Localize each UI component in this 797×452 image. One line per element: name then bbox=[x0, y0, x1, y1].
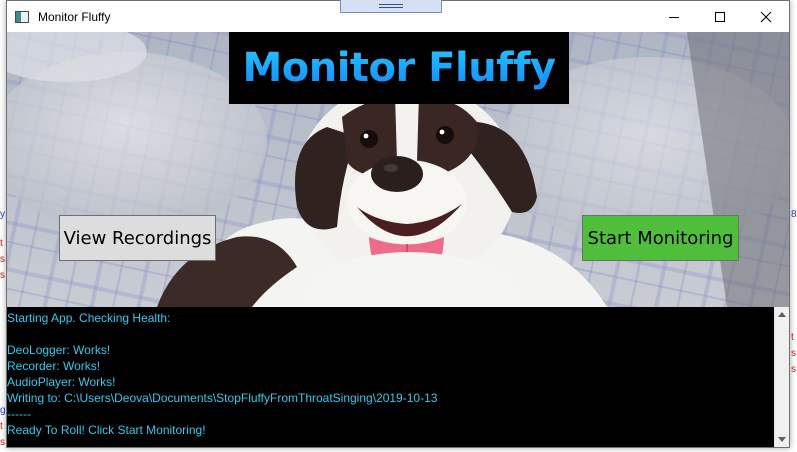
log-line: Recorder: Works! bbox=[7, 359, 101, 373]
start-monitoring-button[interactable]: Start Monitoring bbox=[582, 215, 739, 261]
snap-grip[interactable] bbox=[340, 0, 442, 13]
bg-fragment: s bbox=[0, 270, 5, 281]
window-content: Monitor Fluffy View Recordings Start Mon… bbox=[7, 32, 789, 447]
minimize-button[interactable] bbox=[651, 1, 697, 32]
log-scrollbar[interactable] bbox=[774, 307, 789, 447]
log-line: Ready To Roll! Click Start Monitoring! bbox=[7, 423, 206, 437]
view-recordings-button[interactable]: View Recordings bbox=[59, 215, 216, 261]
bg-fragment: t bbox=[0, 421, 3, 432]
log-line: AudioPlayer: Works! bbox=[7, 375, 116, 389]
bg-fragment: t bbox=[0, 238, 3, 249]
bg-fragment: s bbox=[791, 348, 796, 359]
bg-fragment: s bbox=[791, 364, 796, 375]
app-window-icon bbox=[15, 10, 29, 23]
caption-buttons bbox=[651, 1, 789, 32]
maximize-icon bbox=[715, 11, 725, 22]
page-title: Monitor Fluffy bbox=[242, 45, 556, 91]
log-line: Starting App. Checking Health: bbox=[7, 311, 171, 325]
grip-handle-icon bbox=[379, 4, 403, 8]
close-button[interactable] bbox=[743, 1, 789, 32]
bg-fragment: s bbox=[0, 437, 5, 448]
log-line: ------ bbox=[7, 407, 31, 421]
headline-banner: Monitor Fluffy bbox=[229, 32, 569, 104]
bg-fragment: y bbox=[0, 209, 5, 220]
minimize-icon bbox=[669, 16, 679, 18]
close-icon bbox=[760, 11, 772, 22]
app-window: Monitor Fluffy Monitor Fluffy View Recor… bbox=[6, 0, 790, 448]
log-output[interactable]: Starting App. Checking Health: DeoLogger… bbox=[7, 307, 774, 447]
scroll-down-icon[interactable] bbox=[778, 437, 786, 442]
log-line: DeoLogger: Works! bbox=[7, 343, 111, 357]
log-line: Writing to: C:\Users\Deova\Documents\Sto… bbox=[7, 391, 438, 405]
bg-fragment: s bbox=[0, 254, 5, 265]
bg-fragment: g bbox=[0, 405, 6, 416]
window-title: Monitor Fluffy bbox=[38, 9, 111, 24]
bg-fragment: 8 bbox=[791, 209, 797, 220]
bg-fragment: t bbox=[791, 332, 794, 343]
scroll-up-icon[interactable] bbox=[778, 312, 786, 317]
maximize-button[interactable] bbox=[697, 1, 743, 32]
